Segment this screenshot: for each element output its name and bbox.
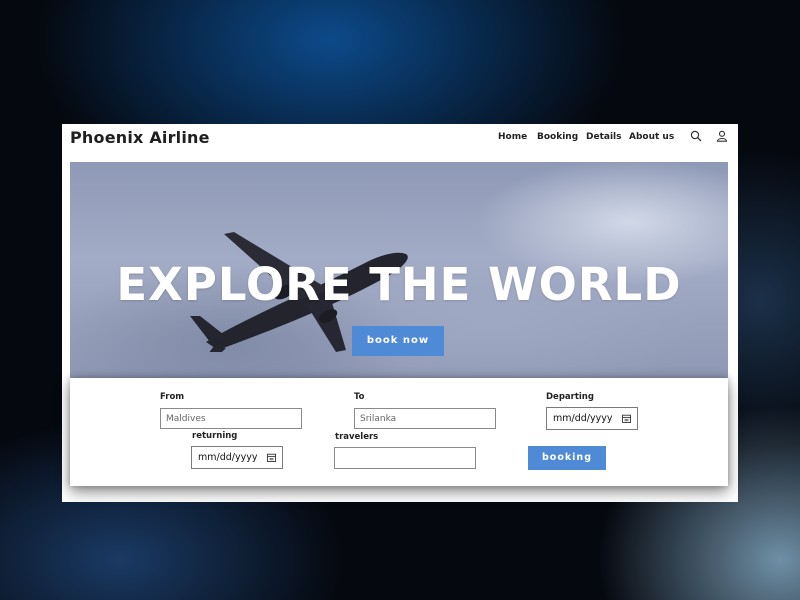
from-label: From <box>160 392 185 402</box>
to-input[interactable] <box>354 408 496 429</box>
departing-label: Departing <box>546 392 594 402</box>
page-frame: Phoenix Airline Home Booking Details Abo… <box>62 124 738 502</box>
nav-link-booking[interactable]: Booking <box>537 132 578 142</box>
to-label: To <box>354 392 365 402</box>
departing-date-value: mm/dd/yyyy <box>553 413 613 424</box>
hero-banner: EXPLORE THE WORLD book now <box>70 162 728 378</box>
brand-logo-text[interactable]: Phoenix Airline <box>70 128 210 147</box>
returning-label: returning <box>192 431 238 441</box>
search-icon[interactable] <box>690 130 702 142</box>
calendar-icon[interactable] <box>622 414 631 423</box>
from-input[interactable] <box>160 408 302 429</box>
nav-link-home[interactable]: Home <box>498 132 527 142</box>
nav-link-about-us[interactable]: About us <box>629 132 674 142</box>
returning-date-value: mm/dd/yyyy <box>198 452 258 463</box>
travelers-input[interactable] <box>334 447 476 469</box>
user-icon[interactable] <box>716 130 728 142</box>
nav-link-details[interactable]: Details <box>586 132 621 142</box>
returning-date-input[interactable]: mm/dd/yyyy <box>191 446 283 469</box>
booking-form: From To Departing mm/dd/yyyy returning m… <box>70 378 728 486</box>
calendar-icon[interactable] <box>267 453 276 462</box>
booking-submit-button[interactable]: booking <box>528 446 606 470</box>
travelers-label: travelers <box>335 432 379 442</box>
navbar: Phoenix Airline Home Booking Details Abo… <box>62 124 738 162</box>
hero-title: EXPLORE THE WORLD <box>116 258 682 311</box>
book-now-button[interactable]: book now <box>352 326 444 356</box>
departing-date-input[interactable]: mm/dd/yyyy <box>546 407 638 430</box>
